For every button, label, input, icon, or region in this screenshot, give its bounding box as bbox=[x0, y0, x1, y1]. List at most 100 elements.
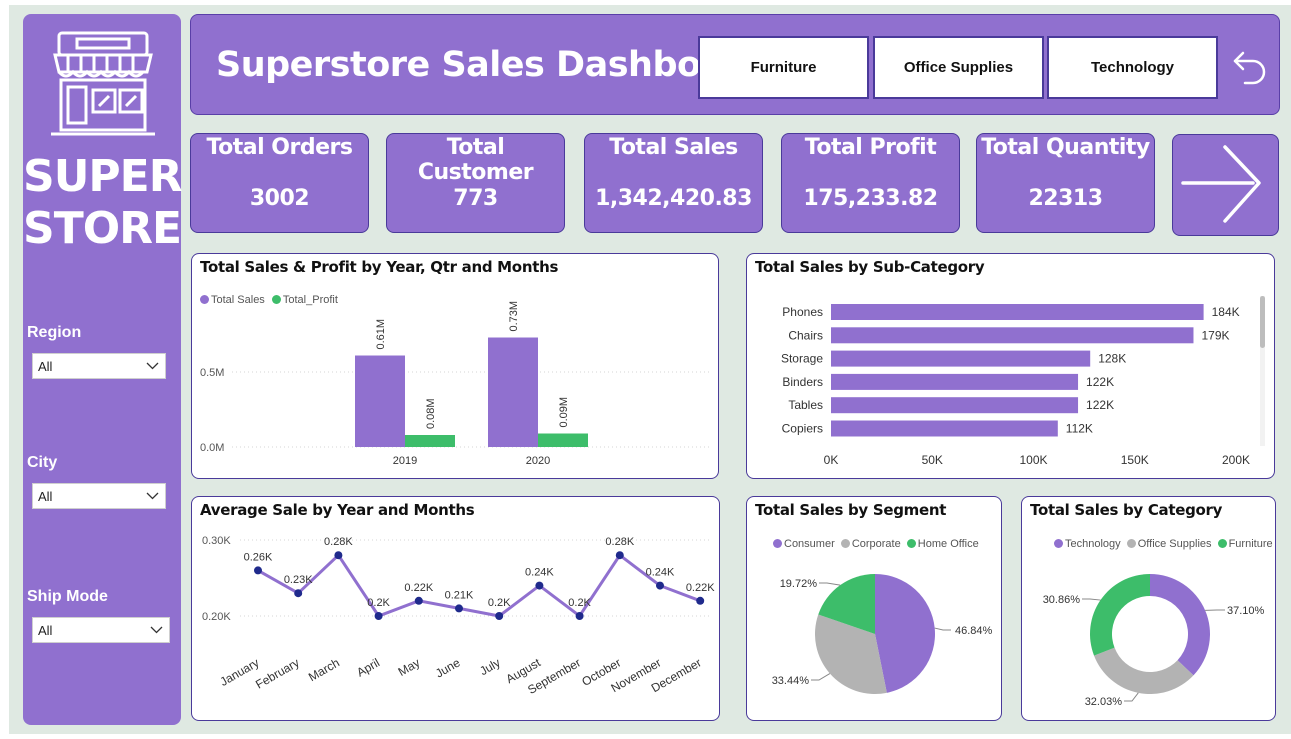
data-label: 0.2K bbox=[568, 597, 591, 609]
y-tick-label: Storage bbox=[781, 352, 823, 366]
x-tick-label: 100K bbox=[1019, 453, 1047, 467]
subcategory-plot: 0K 50K 100K 150K 200K Phones 184K Chairs 179K Sto… bbox=[781, 304, 1250, 467]
data-label: 46.84% bbox=[955, 625, 993, 637]
x-tick-label: June bbox=[433, 655, 463, 680]
bar bbox=[831, 327, 1194, 344]
city-filter-label: City bbox=[27, 454, 58, 471]
kpi-card-total-orders: Total Orders 3002 bbox=[190, 133, 369, 233]
kpi-card-total-profit: Total Profit 175,233.82 bbox=[781, 133, 960, 233]
region-filter-value: All bbox=[38, 359, 53, 374]
back-arrow-icon[interactable] bbox=[1231, 49, 1269, 87]
brand-wordmark: SUPER STORE bbox=[23, 151, 183, 255]
data-point bbox=[535, 581, 544, 590]
kpi-card-total-sales: Total Sales 1,342,420.83 bbox=[584, 133, 763, 233]
brand-line-1: SUPER bbox=[23, 151, 183, 202]
store-icon bbox=[51, 31, 155, 136]
y-tick-label: Binders bbox=[782, 375, 823, 389]
pie-slice bbox=[875, 574, 936, 693]
kpi-value: 3002 bbox=[249, 186, 310, 211]
category-donut-plot: 37.10% 32.03% 30.86% bbox=[1043, 574, 1265, 708]
data-label: 0.09M bbox=[558, 397, 570, 428]
arrow-right-icon bbox=[1181, 145, 1261, 223]
subcategory-chart-card: Total Sales by Sub-Category 0K 50K 100K 150… bbox=[746, 253, 1275, 479]
bar bbox=[831, 350, 1091, 367]
data-label: 128K bbox=[1098, 352, 1126, 366]
kpi-label: Total Customer bbox=[417, 135, 534, 185]
pie-slice bbox=[1094, 647, 1194, 694]
average-sale-plot: 0.20K 0.30K 0.26K 0.23K 0.28K 0.2K 0.22K 0.21K 0… bbox=[202, 535, 715, 697]
scrollbar[interactable] bbox=[1260, 296, 1265, 446]
sales-profit-plot: 0.0M 0.5M 2019 2020 0.61M 0.73M 0.08M 0.09M bbox=[200, 301, 712, 467]
data-label: 0.2K bbox=[488, 597, 511, 609]
office-supplies-button[interactable]: Office Supplies bbox=[873, 36, 1044, 99]
x-tick-label: July bbox=[477, 655, 502, 678]
bar bbox=[831, 304, 1204, 320]
kpi-value: 22313 bbox=[1028, 186, 1103, 211]
kpi-card-total-customer: Total Customer 773 bbox=[386, 133, 565, 233]
ship-mode-filter-value: All bbox=[38, 623, 53, 638]
city-filter-value: All bbox=[38, 489, 53, 504]
data-label: 122K bbox=[1086, 398, 1114, 412]
kpi-card-total-quantity: Total Quantity 22313 bbox=[976, 133, 1155, 233]
leader-line bbox=[934, 627, 951, 631]
data-label: 179K bbox=[1201, 328, 1229, 342]
ship-mode-filter-dropdown[interactable]: All bbox=[32, 617, 170, 643]
data-point bbox=[254, 566, 262, 575]
ship-mode-filter-label: Ship Mode bbox=[27, 588, 108, 605]
data-point bbox=[495, 612, 504, 620]
data-point bbox=[374, 612, 383, 620]
data-label: 0.28K bbox=[605, 536, 634, 548]
bar bbox=[355, 355, 405, 447]
sales-profit-chart-card: Total Sales & Profit by Year, Qtr and Mo… bbox=[191, 253, 719, 479]
x-tick-label: 200K bbox=[1222, 453, 1250, 467]
dashboard-canvas: SUPER STORE Region All City All Ship Mod… bbox=[0, 0, 1291, 739]
page-title: Superstore Sales Dashboard bbox=[216, 45, 766, 85]
data-point bbox=[414, 596, 423, 605]
data-label: 0.08M bbox=[425, 398, 437, 429]
bar bbox=[831, 420, 1058, 437]
chevron-down-icon bbox=[150, 626, 163, 634]
chevron-down-icon bbox=[146, 492, 159, 500]
header-bar: Superstore Sales Dashboard Furniture Off… bbox=[190, 14, 1280, 115]
pie-slice bbox=[1090, 574, 1150, 656]
next-page-button[interactable] bbox=[1172, 134, 1279, 236]
data-point bbox=[575, 612, 584, 620]
series-line bbox=[257, 552, 701, 619]
data-label: 184K bbox=[1212, 305, 1240, 319]
kpi-label: Total Orders bbox=[206, 135, 353, 160]
kpi-value: 773 bbox=[453, 186, 498, 211]
data-label: 19.72% bbox=[780, 578, 818, 590]
data-point bbox=[696, 596, 705, 605]
furniture-button[interactable]: Furniture bbox=[698, 36, 869, 99]
bar bbox=[831, 373, 1079, 390]
x-tick-label: March bbox=[306, 655, 342, 684]
data-label: 0.28K bbox=[324, 536, 353, 548]
y-tick-label: 0.5M bbox=[200, 367, 224, 379]
technology-button[interactable]: Technology bbox=[1047, 36, 1218, 99]
kpi-label: Total Sales bbox=[609, 135, 738, 160]
average-sale-chart-card: Average Sale by Year and Months 0.20K 0.3… bbox=[191, 496, 720, 721]
x-tick-label: 2019 bbox=[393, 455, 417, 467]
data-label: 0.22K bbox=[404, 582, 433, 594]
bar bbox=[488, 337, 538, 447]
kpi-label: Total Quantity bbox=[981, 135, 1150, 160]
data-point bbox=[455, 604, 463, 613]
leader-line bbox=[1124, 692, 1139, 702]
y-tick-label: Chairs bbox=[788, 328, 823, 342]
scrollbar-thumb[interactable] bbox=[1260, 296, 1265, 348]
data-label: 112K bbox=[1066, 422, 1093, 436]
data-label: 0.22K bbox=[686, 582, 715, 594]
city-filter-dropdown[interactable]: All bbox=[32, 483, 166, 509]
brand-line-2: STORE bbox=[23, 203, 182, 254]
data-label: 33.44% bbox=[772, 675, 810, 687]
chevron-down-icon bbox=[146, 362, 159, 370]
data-label: 0.24K bbox=[646, 567, 675, 579]
leader-line bbox=[811, 673, 831, 681]
data-label: 32.03% bbox=[1085, 696, 1123, 708]
region-filter-dropdown[interactable]: All bbox=[32, 353, 166, 379]
x-tick-label: May bbox=[396, 655, 423, 678]
x-tick-label: April bbox=[354, 655, 382, 679]
sidebar: SUPER STORE Region All City All Ship Mod… bbox=[23, 14, 183, 725]
data-label: 0.26K bbox=[244, 551, 273, 563]
y-tick-label: 0.30K bbox=[202, 535, 231, 547]
